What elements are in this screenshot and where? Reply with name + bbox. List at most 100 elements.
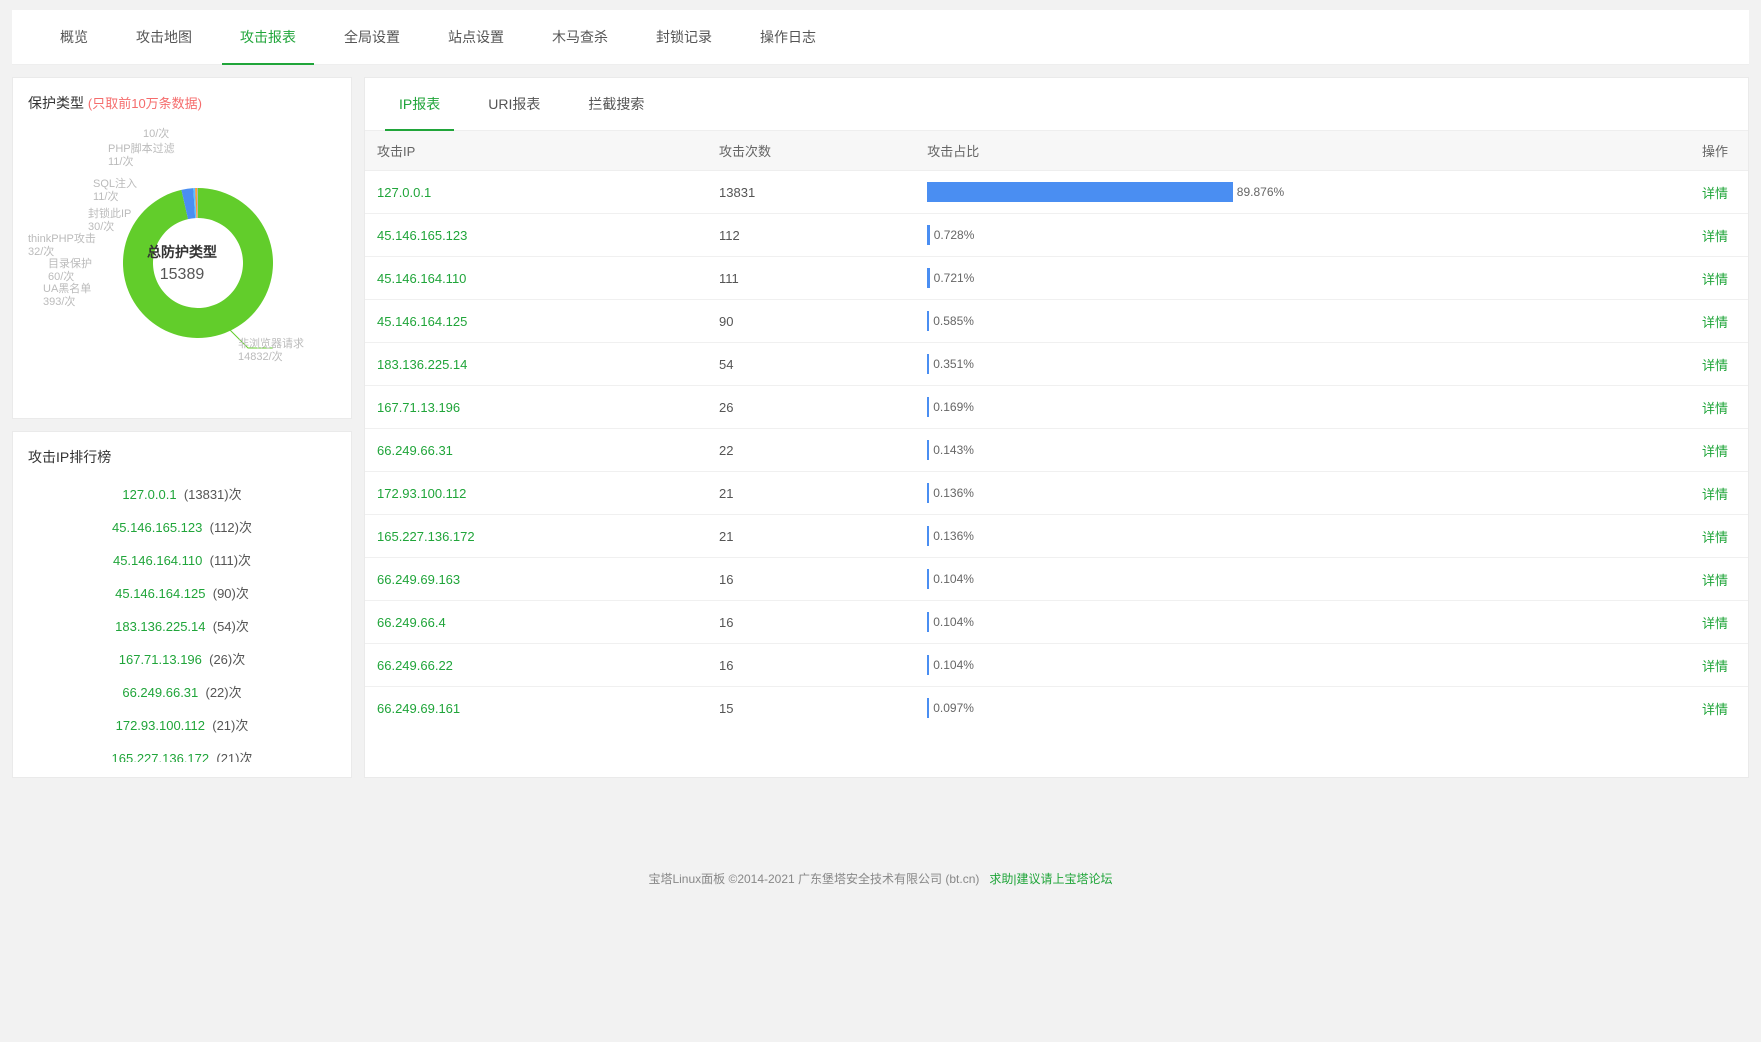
chart-series-label: UA黑名单393/次 — [43, 283, 91, 309]
detail-link[interactable]: 详情 — [1702, 659, 1728, 674]
chart-series-label: PHP脚本过滤11/次 — [108, 143, 175, 169]
cell-ip[interactable]: 167.71.13.196 — [365, 386, 707, 429]
detail-link[interactable]: 详情 — [1702, 530, 1728, 545]
cell-ip[interactable]: 165.227.136.172 — [365, 515, 707, 558]
donut-center-label: 总防护类型 — [147, 242, 217, 262]
sub-tab[interactable]: URI报表 — [474, 78, 554, 130]
cell-count: 21 — [707, 515, 915, 558]
table-row: 183.136.225.14540.351%详情 — [365, 343, 1748, 386]
detail-link[interactable]: 详情 — [1702, 229, 1728, 244]
th-op: 操作 — [1629, 131, 1748, 171]
table-row: 66.249.66.4160.104%详情 — [365, 601, 1748, 644]
cell-ratio: 0.721% — [915, 257, 1629, 300]
detail-link[interactable]: 详情 — [1702, 487, 1728, 502]
cell-count: 26 — [707, 386, 915, 429]
top-tab[interactable]: 操作日志 — [742, 10, 834, 65]
cell-ratio: 0.728% — [915, 214, 1629, 257]
top-tab[interactable]: 攻击报表 — [222, 10, 314, 65]
detail-link[interactable]: 详情 — [1702, 702, 1728, 717]
rank-item[interactable]: 45.146.164.125 (90)次 — [28, 576, 336, 609]
chart-series-label: SQL注入11/次 — [93, 178, 137, 204]
cell-ip[interactable]: 45.146.165.123 — [365, 214, 707, 257]
rank-item[interactable]: 45.146.165.123 (112)次 — [28, 510, 336, 543]
cell-count: 13831 — [707, 171, 915, 214]
cell-ip[interactable]: 66.249.69.163 — [365, 558, 707, 601]
report-content: IP报表 URI报表拦截搜索 攻击IP 攻击次数 攻击占比 操作 127.0.0.… — [364, 77, 1749, 778]
attack-ip-rank-panel: 攻击IP排行榜 127.0.0.1 (13831)次45.146.165.123… — [12, 431, 352, 778]
detail-link[interactable]: 详情 — [1702, 444, 1728, 459]
sub-tab[interactable]: IP报表 — [385, 78, 454, 130]
cell-count: 111 — [707, 257, 915, 300]
detail-link[interactable]: 详情 — [1702, 186, 1728, 201]
footer-link[interactable]: 求助|建议请上宝塔论坛 — [989, 872, 1112, 886]
table-row: 45.146.165.1231120.728% 详情 — [365, 214, 1748, 257]
cell-ratio: 0.169% — [915, 386, 1629, 429]
table-row: 165.227.136.172210.136% 详情 — [365, 515, 1748, 558]
cell-ip[interactable]: 66.249.66.22 — [365, 644, 707, 687]
table-row: 45.146.164.125900.585% 详情 — [365, 300, 1748, 343]
donut-center-value: 15389 — [147, 266, 217, 284]
rank-item[interactable]: 183.136.225.14 (54)次 — [28, 609, 336, 642]
cell-ratio: 0.104% — [915, 558, 1629, 601]
cell-ip[interactable]: 66.249.69.161 — [365, 687, 707, 722]
th-count: 攻击次数 — [707, 131, 915, 171]
top-tab[interactable]: 封锁记录 — [638, 10, 730, 65]
detail-link[interactable]: 详情 — [1702, 573, 1728, 588]
cell-count: 22 — [707, 429, 915, 472]
table-row: 66.249.66.31220.143% 详情 — [365, 429, 1748, 472]
rank-item[interactable]: 45.146.164.110 (111)次 — [28, 543, 336, 576]
detail-link[interactable]: 详情 — [1702, 401, 1728, 416]
cell-count: 16 — [707, 644, 915, 687]
cell-ratio: 0.585% — [915, 300, 1629, 343]
table-scroll[interactable]: 攻击IP 攻击次数 攻击占比 操作 127.0.0.11383189.876% 详… — [365, 131, 1748, 721]
cell-ip[interactable]: 66.249.66.31 — [365, 429, 707, 472]
table-row: 66.249.69.163160.104%详情 — [365, 558, 1748, 601]
top-tab[interactable]: 全局设置 — [326, 10, 418, 65]
rank-item[interactable]: 127.0.0.1 (13831)次 — [28, 477, 336, 510]
cell-ratio: 89.876% — [915, 171, 1629, 214]
cell-count: 90 — [707, 300, 915, 343]
cell-ip[interactable]: 45.146.164.125 — [365, 300, 707, 343]
table-row: 45.146.164.1101110.721% 详情 — [365, 257, 1748, 300]
detail-link[interactable]: 详情 — [1702, 616, 1728, 631]
top-tab[interactable]: 概览 — [42, 10, 106, 65]
cell-count: 15 — [707, 687, 915, 722]
rank-item[interactable]: 167.71.13.196 (26)次 — [28, 642, 336, 675]
cell-ratio: 0.097% — [915, 687, 1629, 722]
top-tabs: 概览攻击地图攻击报表全局设置站点设置木马查杀封锁记录操作日志 — [12, 10, 1749, 65]
top-tab[interactable]: 站点设置 — [430, 10, 522, 65]
th-ratio: 攻击占比 — [915, 131, 1629, 171]
detail-link[interactable]: 详情 — [1702, 358, 1728, 373]
table-row: 66.249.69.161150.097% 详情 — [365, 687, 1748, 722]
cell-ip[interactable]: 183.136.225.14 — [365, 343, 707, 386]
cell-ratio: 0.104% — [915, 601, 1629, 644]
detail-link[interactable]: 详情 — [1702, 272, 1728, 287]
cell-ratio: 0.136% — [915, 515, 1629, 558]
cell-ratio: 0.104% — [915, 644, 1629, 687]
cell-count: 112 — [707, 214, 915, 257]
chart-series-label: 10/次 — [143, 128, 169, 141]
cell-ip[interactable]: 127.0.0.1 — [365, 171, 707, 214]
cell-ratio: 0.143% — [915, 429, 1629, 472]
protect-type-title: 保护类型 (只取前10万条数据) — [28, 93, 336, 113]
detail-link[interactable]: 详情 — [1702, 315, 1728, 330]
cell-ip[interactable]: 45.146.164.110 — [365, 257, 707, 300]
cell-ip[interactable]: 172.93.100.112 — [365, 472, 707, 515]
donut-chart: 总防护类型 15389 非浏览器请求14832/次UA黑名单393/次目录保护6… — [28, 123, 336, 403]
top-tab[interactable]: 木马查杀 — [534, 10, 626, 65]
chart-series-label: 非浏览器请求14832/次 — [238, 338, 304, 364]
rank-list[interactable]: 127.0.0.1 (13831)次45.146.165.123 (112)次4… — [28, 477, 336, 762]
table-row: 66.249.66.22160.104% 详情 — [365, 644, 1748, 687]
sub-tabs: IP报表 URI报表拦截搜索 — [365, 78, 1748, 131]
rank-item[interactable]: 172.93.100.112 (21)次 — [28, 708, 336, 741]
chart-series-label: 封锁此IP30/次 — [88, 208, 131, 234]
ip-report-table: 攻击IP 攻击次数 攻击占比 操作 127.0.0.11383189.876% 详… — [365, 131, 1748, 721]
rank-item[interactable]: 165.227.136.172 (21)次 — [28, 741, 336, 762]
th-ip: 攻击IP — [365, 131, 707, 171]
cell-ip[interactable]: 66.249.66.4 — [365, 601, 707, 644]
cell-ratio: 0.136% — [915, 472, 1629, 515]
top-tab[interactable]: 攻击地图 — [118, 10, 210, 65]
rank-item[interactable]: 66.249.66.31 (22)次 — [28, 675, 336, 708]
sub-tab[interactable]: 拦截搜索 — [574, 78, 658, 130]
chart-series-label: thinkPHP攻击32/次 — [28, 233, 96, 259]
